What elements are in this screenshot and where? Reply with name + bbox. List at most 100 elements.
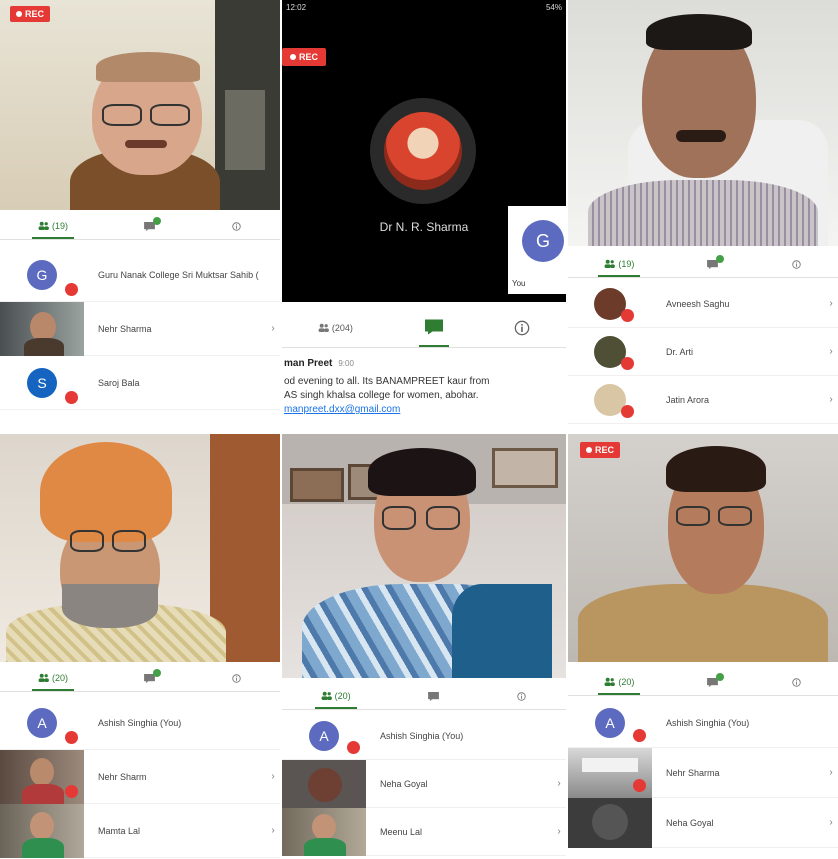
list-item[interactable]: Meenu Lal ›	[282, 807, 566, 856]
grid-divider	[0, 432, 838, 434]
self-tile: G You	[508, 206, 566, 294]
people-icon	[604, 259, 616, 268]
avatar: A	[568, 698, 652, 748]
tab-chat[interactable]	[418, 308, 449, 347]
list-item[interactable]: G Guru Nanak College Sri Muktsar Sahib (	[0, 248, 280, 302]
list-item[interactable]: Mamta Lal ›	[0, 803, 280, 858]
meeting-tabs: (19)	[0, 214, 280, 240]
participant-list: G Guru Nanak College Sri Muktsar Sahib (…	[0, 248, 280, 410]
info-icon	[232, 674, 241, 683]
list-item[interactable]: A Ashish Singhia (You)	[568, 698, 838, 748]
participant-name: Ashish Singhia (You)	[666, 717, 750, 728]
panel-4: (20) A Ashish Singhia (You) Nehr Sharm ›	[0, 434, 280, 859]
tab-people[interactable]: (20)	[314, 684, 357, 709]
tab-people[interactable]: (19)	[31, 214, 74, 239]
participant-video-thumb	[282, 759, 366, 808]
video-feed-4	[0, 434, 280, 662]
list-item[interactable]: Nehr Sharma ›	[0, 301, 280, 356]
participant-list: A Ashish Singhia (You) Nehr Sharm › Mamt…	[0, 696, 280, 858]
chat-unread-dot	[716, 255, 724, 263]
participant-name: Guru Nanak College Sri Muktsar Sahib (	[98, 269, 259, 280]
participant-name: Ashish Singhia (You)	[380, 730, 464, 741]
tab-info[interactable]	[508, 308, 536, 347]
panel-1: REC (19) G Guru Nanak College Sri Muktsa…	[0, 0, 280, 432]
avatar: S	[0, 356, 84, 410]
list-item[interactable]: A Ashish Singhia (You)	[282, 712, 566, 760]
tab-info[interactable]	[785, 670, 808, 695]
self-avatar: G	[522, 220, 564, 262]
tab-chat[interactable]	[138, 666, 161, 691]
video-feed-1: REC	[0, 0, 280, 210]
list-item[interactable]: Nehr Sharma ›	[568, 747, 838, 798]
tab-info[interactable]	[510, 684, 533, 709]
chat-email-link[interactable]: manpreet.dxx@gmail.com	[284, 404, 566, 415]
chevron-right-icon: ›	[271, 825, 275, 836]
avatar: A	[0, 696, 84, 750]
people-icon	[321, 691, 332, 700]
tab-info[interactable]	[225, 666, 248, 691]
chat-icon	[428, 692, 439, 701]
participant-video-thumb	[0, 749, 84, 804]
participant-list: Avneesh Saghu › Dr. Arti › Jatin Arora ›	[568, 280, 838, 424]
list-item[interactable]: Avneesh Saghu ›	[568, 280, 838, 328]
mic-off-icon	[65, 282, 78, 296]
tab-people[interactable]: (20)	[598, 670, 641, 695]
recording-badge: REC	[10, 6, 51, 22]
list-item[interactable]: Nehr Sharm ›	[0, 749, 280, 804]
participant-video-thumb	[0, 301, 84, 356]
mic-off-icon	[621, 308, 634, 322]
tab-chat[interactable]	[701, 670, 724, 695]
mic-off-icon	[633, 778, 646, 792]
tab-people[interactable]: (20)	[31, 666, 74, 691]
people-count: (19)	[618, 258, 635, 269]
avatar	[568, 328, 652, 376]
recording-badge: REC	[580, 442, 621, 458]
mic-off-icon	[65, 390, 78, 404]
panel-2: 12:02 54% REC Dr N. R. Sharma G You (204…	[282, 0, 566, 432]
presenter-screen: 12:02 54% REC Dr N. R. Sharma G You	[282, 0, 566, 302]
people-count: (20)	[334, 690, 351, 701]
tab-chat[interactable]	[701, 252, 724, 277]
tab-chat[interactable]	[422, 684, 445, 709]
meeting-tabs: (204)	[282, 308, 566, 348]
chat-text-line-2: AS singh khalsa college for women, aboha…	[284, 390, 479, 401]
status-bar: 12:02 54%	[282, 0, 566, 16]
list-item[interactable]: Dr. Arti ›	[568, 328, 838, 376]
chevron-right-icon: ›	[829, 817, 833, 828]
chevron-right-icon: ›	[829, 298, 833, 309]
avatar	[568, 376, 652, 424]
mic-off-icon	[65, 730, 78, 744]
chevron-right-icon: ›	[829, 394, 833, 405]
tab-people[interactable]: (204)	[312, 308, 359, 347]
chevron-right-icon: ›	[829, 346, 833, 357]
chevron-right-icon: ›	[829, 767, 833, 778]
chat-author: man Preet	[284, 358, 333, 369]
participant-name: Meenu Lal	[380, 826, 423, 837]
list-item[interactable]: Jatin Arora ›	[568, 376, 838, 424]
people-icon	[318, 323, 329, 332]
tab-info[interactable]	[785, 252, 808, 277]
chevron-right-icon: ›	[271, 771, 275, 782]
tab-chat[interactable]	[138, 214, 161, 239]
mic-off-icon	[621, 404, 634, 418]
info-icon	[232, 222, 241, 231]
chevron-right-icon: ›	[557, 778, 561, 789]
people-icon	[38, 221, 49, 230]
tab-info[interactable]	[225, 214, 248, 239]
participant-name: Mamta Lal	[98, 825, 141, 836]
list-item[interactable]: Neha Goyal ›	[568, 797, 838, 848]
participant-video-thumb	[282, 807, 366, 856]
recording-badge: REC	[282, 48, 327, 66]
list-item[interactable]: A Ashish Singhia (You)	[0, 696, 280, 750]
list-item[interactable]: Neha Goyal ›	[282, 759, 566, 808]
mic-off-icon	[633, 728, 646, 742]
participant-video-thumb	[568, 797, 652, 848]
list-item[interactable]: S Saroj Bala	[0, 356, 280, 410]
tab-people[interactable]: (19)	[598, 252, 641, 277]
people-icon	[604, 677, 616, 686]
meeting-tabs: (19)	[568, 252, 838, 278]
participant-list: A Ashish Singhia (You) Neha Goyal › Meen…	[282, 712, 566, 856]
info-icon	[791, 260, 801, 269]
avatar: A	[282, 712, 366, 760]
people-count: (20)	[618, 676, 635, 687]
